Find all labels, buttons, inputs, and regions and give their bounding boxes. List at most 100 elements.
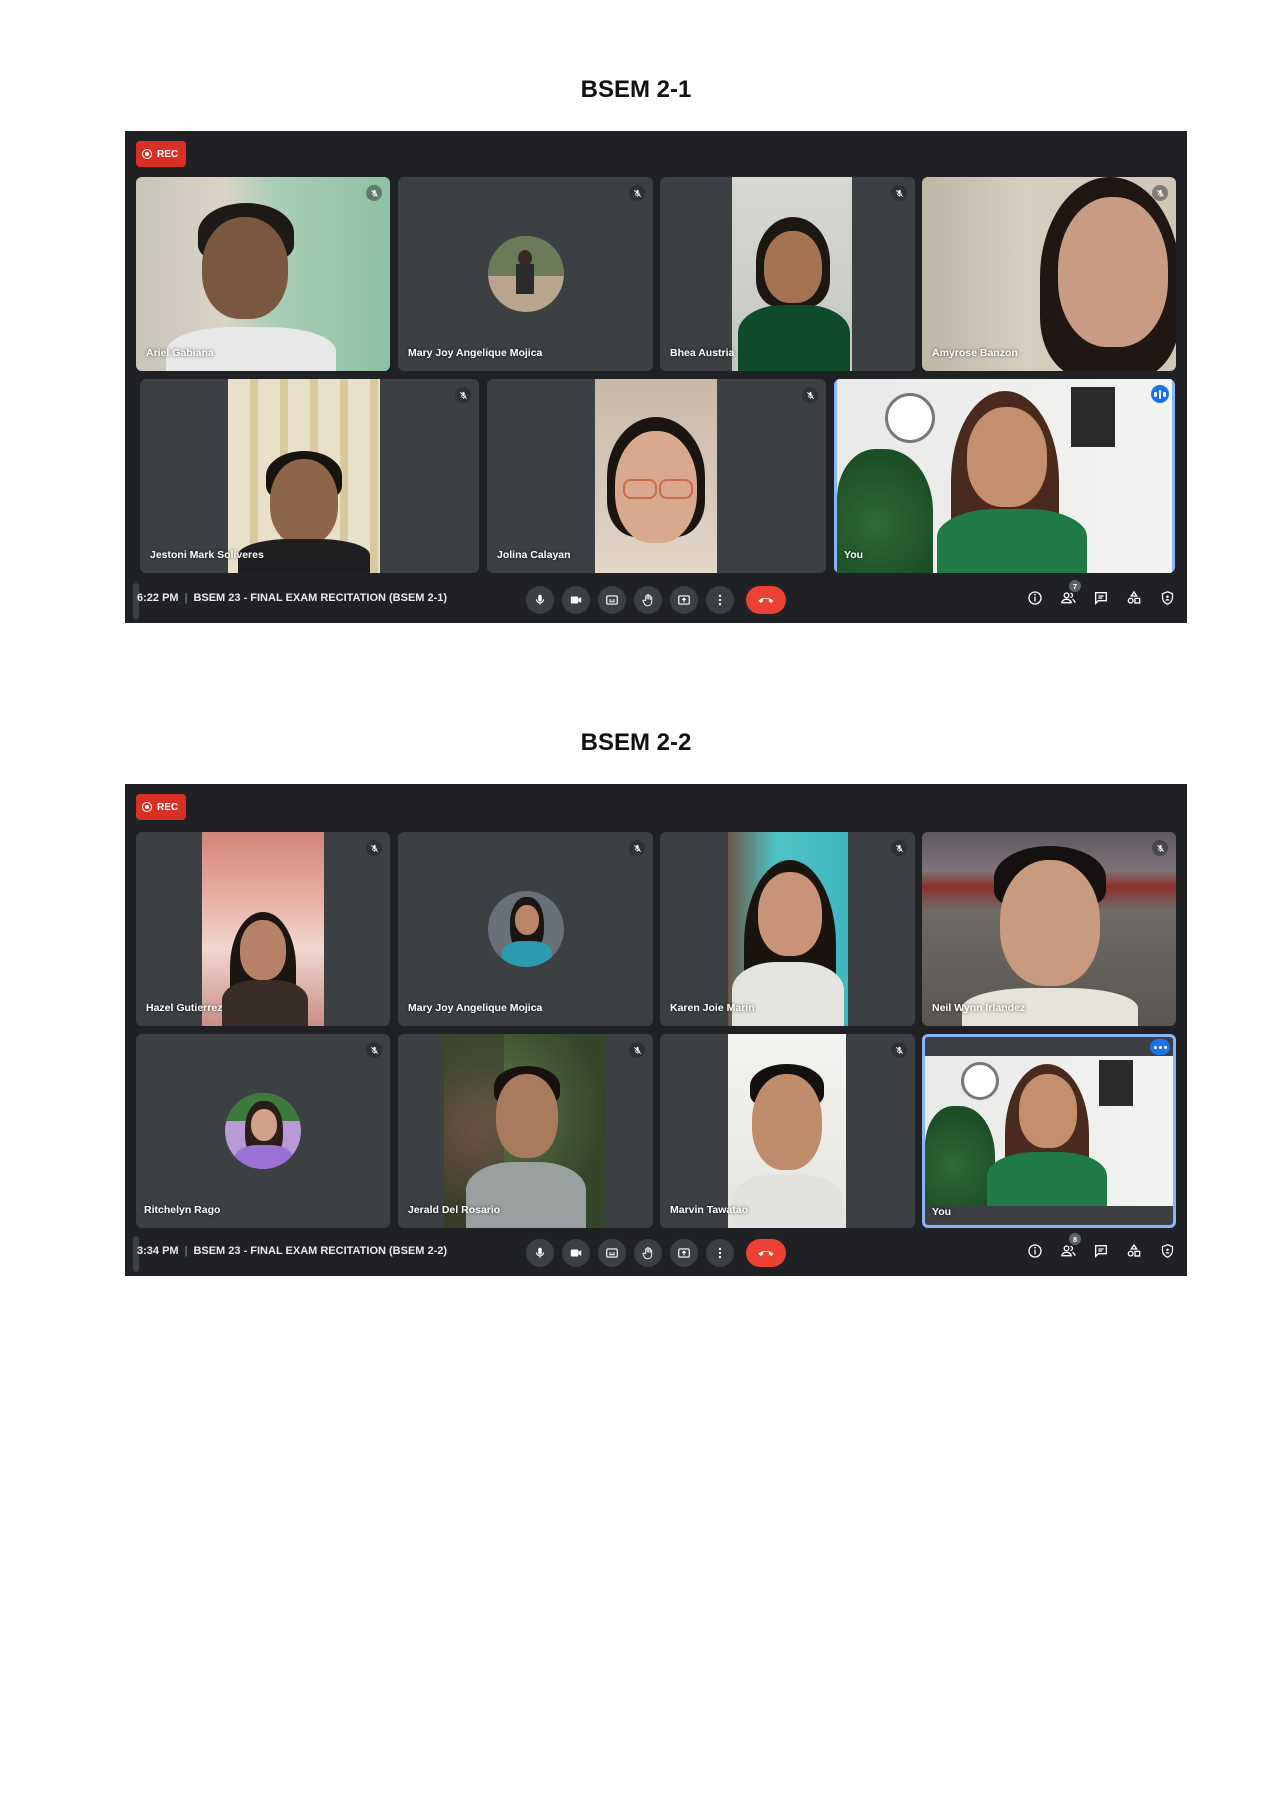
record-icon — [142, 802, 152, 812]
mic-off-icon — [366, 840, 382, 856]
present-button[interactable] — [670, 1239, 698, 1267]
chat-button[interactable] — [1091, 1241, 1111, 1261]
video-feed — [732, 177, 852, 371]
participant-tile[interactable]: Bhea Austria — [660, 177, 915, 371]
hand-icon — [642, 1247, 653, 1260]
present-button[interactable] — [670, 586, 698, 614]
mic-off-icon — [1152, 185, 1168, 201]
raise-hand-button[interactable] — [634, 1239, 662, 1267]
mic-button[interactable] — [526, 586, 554, 614]
mic-button[interactable] — [526, 1239, 554, 1267]
more-options-button[interactable] — [706, 1239, 734, 1267]
meeting-info-button[interactable] — [1025, 588, 1045, 608]
captions-button[interactable] — [598, 586, 626, 614]
camera-icon — [570, 1249, 582, 1257]
meet-window: REC Hazel Gutierrez Mary Joy Angelique M… — [125, 784, 1187, 1276]
participant-tile[interactable]: Jestoni Mark Soliveres — [140, 379, 479, 573]
participant-tile[interactable]: Marvin Tawatao — [660, 1034, 915, 1228]
participant-tile[interactable]: Ritchelyn Rago — [136, 1034, 390, 1228]
end-call-button[interactable] — [746, 1239, 786, 1267]
participant-tile[interactable]: Neil Wynn Irlandez — [922, 832, 1176, 1026]
people-button[interactable]: 7 — [1058, 580, 1081, 608]
mic-off-icon — [629, 185, 645, 201]
video-feed — [595, 379, 717, 573]
meeting-title: BSEM 23 - FINAL EXAM RECITATION (BSEM 2-… — [193, 592, 448, 604]
participant-name: Jestoni Mark Soliveres — [150, 549, 264, 561]
video-feed — [136, 177, 390, 371]
participant-tile[interactable]: Jerald Del Rosario — [398, 1034, 653, 1228]
tile-options-icon[interactable] — [1150, 1039, 1170, 1055]
participant-name: Jerald Del Rosario — [408, 1204, 501, 1216]
people-icon — [1060, 592, 1076, 604]
call-controls — [526, 586, 786, 614]
people-icon — [1060, 1245, 1076, 1257]
more-vert-icon — [718, 594, 722, 606]
host-controls-button[interactable] — [1157, 588, 1177, 608]
clock-time: 6:22 PM — [137, 592, 179, 604]
recording-indicator: REC — [136, 141, 187, 167]
camera-button[interactable] — [562, 586, 590, 614]
meeting-details: 3:34 PM | BSEM 23 - FINAL EXAM RECITATION … — [137, 1245, 448, 1257]
participant-tile[interactable]: Amyrose Banzon — [922, 177, 1176, 371]
mic-icon — [535, 594, 545, 605]
avatar — [487, 236, 564, 312]
participant-tile[interactable]: Mary Joy Angelique Mojica — [398, 177, 653, 371]
end-call-icon — [758, 1250, 774, 1256]
video-feed — [728, 1034, 846, 1228]
participant-tile[interactable]: Ariel Gabiana — [136, 177, 390, 371]
clock-time: 3:34 PM — [137, 1245, 179, 1257]
participant-name: Mary Joy Angelique Mojica — [408, 1002, 543, 1014]
participant-name: Hazel Gutierrez — [146, 1002, 223, 1014]
chat-button[interactable] — [1091, 588, 1111, 608]
info-icon — [1028, 591, 1042, 605]
participant-tile[interactable]: Hazel Gutierrez — [136, 832, 390, 1026]
activities-button[interactable] — [1124, 1241, 1144, 1261]
side-panel-buttons: 8 — [1025, 1233, 1177, 1261]
mic-off-icon — [629, 1042, 645, 1058]
activities-icon — [1127, 590, 1141, 604]
mic-off-icon — [629, 840, 645, 856]
participant-name: Karen Joie Marin — [670, 1002, 755, 1014]
rec-label: REC — [157, 148, 179, 160]
people-button[interactable]: 8 — [1058, 1233, 1081, 1261]
shield-icon — [1161, 591, 1173, 605]
video-feed — [202, 832, 324, 1026]
participant-tile-self[interactable]: You — [922, 1034, 1176, 1228]
call-controls-bar: 3:34 PM | BSEM 23 - FINAL EXAM RECITATION … — [125, 1228, 1187, 1276]
end-call-icon — [758, 597, 774, 603]
call-controls — [526, 1239, 786, 1267]
participant-name: Amyrose Banzon — [932, 347, 1018, 359]
video-feed — [728, 832, 848, 1026]
section-title: BSEM 2-1 — [580, 76, 692, 103]
meeting-details: 6:22 PM | BSEM 23 - FINAL EXAM RECITATION … — [137, 592, 448, 604]
captions-button[interactable] — [598, 1239, 626, 1267]
raise-hand-button[interactable] — [634, 586, 662, 614]
present-icon — [678, 1248, 690, 1258]
mic-off-icon — [802, 387, 818, 403]
captions-icon — [606, 595, 618, 605]
participant-name: Neil Wynn Irlandez — [932, 1002, 1026, 1014]
participant-tile[interactable]: Jolina Calayan — [487, 379, 826, 573]
mic-icon — [535, 1247, 545, 1258]
meeting-info-button[interactable] — [1025, 1241, 1045, 1261]
chat-icon — [1095, 1245, 1107, 1258]
camera-button[interactable] — [562, 1239, 590, 1267]
activities-button[interactable] — [1124, 588, 1144, 608]
participant-tile-self[interactable]: You — [834, 379, 1175, 573]
participant-tile[interactable]: Mary Joy Angelique Mojica — [398, 832, 653, 1026]
end-call-button[interactable] — [746, 586, 786, 614]
participant-name: You — [844, 549, 864, 561]
mic-off-icon — [891, 185, 907, 201]
host-controls-button[interactable] — [1157, 1241, 1177, 1261]
more-options-button[interactable] — [706, 586, 734, 614]
mic-off-icon — [455, 387, 471, 403]
participant-tile[interactable]: Karen Joie Marin — [660, 832, 915, 1026]
speaking-indicator-icon — [1151, 385, 1169, 403]
participant-name: Mary Joy Angelique Mojica — [408, 347, 543, 359]
info-icon — [1028, 1244, 1042, 1258]
avatar — [225, 1093, 301, 1169]
avatar — [487, 891, 564, 967]
participant-name: Jolina Calayan — [497, 549, 571, 561]
shield-icon — [1161, 1244, 1173, 1258]
video-feed — [444, 1034, 606, 1228]
